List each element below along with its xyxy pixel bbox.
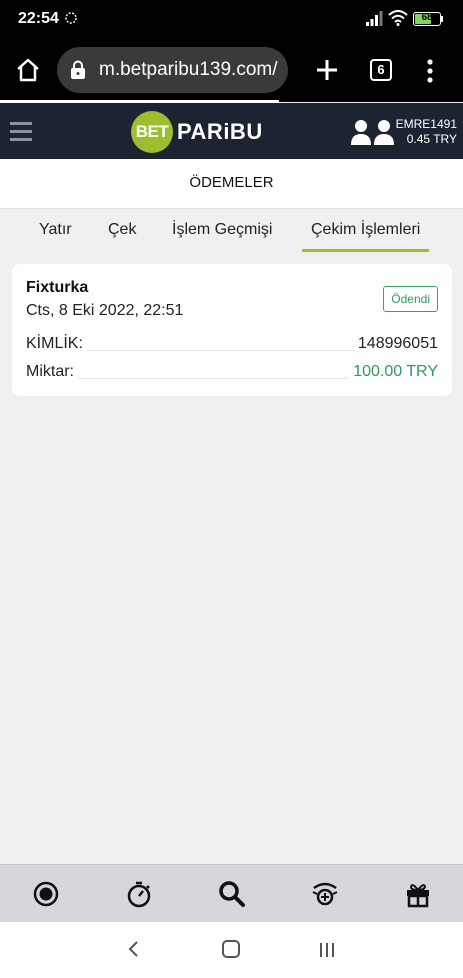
- amount-label: Miktar:: [26, 363, 78, 381]
- site-header: BET PARiBU EMRE1491 0.45 TRY: [0, 103, 463, 159]
- casino-icon[interactable]: [309, 878, 341, 910]
- user-info[interactable]: EMRE1491 0.45 TRY: [396, 117, 457, 147]
- gift-icon[interactable]: [402, 878, 434, 910]
- page-title: ÖDEMELER: [0, 159, 463, 209]
- tab-deposit[interactable]: Yatır: [39, 221, 72, 239]
- logo-mark: BET: [131, 111, 173, 153]
- back-icon[interactable]: [124, 939, 144, 959]
- hamburger-menu-icon[interactable]: [10, 122, 32, 146]
- tab-transaction-history[interactable]: İşlem Geçmişi: [172, 221, 272, 239]
- live-icon[interactable]: [30, 878, 62, 910]
- id-label: KİMLİK:: [26, 335, 87, 353]
- more-options-icon[interactable]: [420, 57, 440, 85]
- url-bar[interactable]: m.betparibu139.com/: [57, 47, 288, 93]
- home-button-icon[interactable]: [222, 940, 240, 958]
- username: EMRE1491: [395, 117, 457, 131]
- url-text: m.betparibu139.com/: [99, 59, 278, 80]
- logo-brand: PARiBU: [177, 119, 263, 144]
- recents-icon[interactable]: [318, 942, 336, 958]
- tab-withdraw[interactable]: Çek: [108, 221, 136, 239]
- battery-icon: 68: [413, 12, 441, 26]
- bottom-nav: [0, 864, 463, 922]
- status-bar: 22:54 68: [0, 0, 463, 38]
- account-icon[interactable]: [350, 118, 396, 146]
- new-tab-icon[interactable]: [312, 55, 342, 85]
- tab-switcher-button[interactable]: 6: [370, 59, 392, 81]
- id-value: 148996051: [353, 335, 438, 353]
- notification-icon: [65, 12, 77, 24]
- withdrawal-card: Fixturka Cts, 8 Eki 2022, 22:51 Ödendi K…: [12, 264, 452, 396]
- stopwatch-icon[interactable]: [123, 878, 155, 910]
- amount-value: 100.00 TRY: [349, 363, 438, 381]
- wifi-icon: [388, 10, 408, 26]
- system-nav-bar: [0, 922, 463, 978]
- balance: 0.45 TRY: [406, 132, 457, 146]
- id-row: KİMLİK: 148996051: [26, 335, 438, 357]
- signal-icon: [366, 11, 383, 26]
- home-icon[interactable]: [14, 56, 42, 84]
- battery-level: 68: [421, 12, 433, 23]
- clock: 22:54: [18, 10, 59, 27]
- amount-row: Miktar: 100.00 TRY: [26, 363, 438, 385]
- search-icon[interactable]: [216, 878, 248, 910]
- provider-name: Fixturka: [26, 279, 89, 296]
- status-badge: Ödendi: [383, 286, 438, 312]
- transaction-date: Cts, 8 Eki 2022, 22:51: [26, 302, 184, 319]
- payments-tabs: Yatır Çek İşlem Geçmişi Çekim İşlemleri: [0, 210, 463, 254]
- tab-withdrawal-transactions[interactable]: Çekim İşlemleri: [301, 221, 430, 252]
- lock-icon: [71, 60, 85, 79]
- browser-toolbar: m.betparibu139.com/ 6: [0, 38, 463, 102]
